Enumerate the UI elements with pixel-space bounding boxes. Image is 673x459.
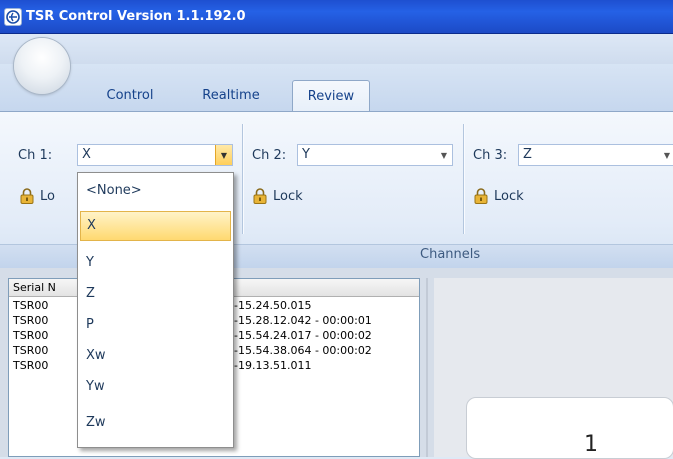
- chevron-down-icon[interactable]: ▼: [215, 145, 232, 165]
- group-label-channels: Channels: [420, 247, 481, 262]
- app-icon[interactable]: [4, 8, 22, 26]
- option-y[interactable]: Y: [80, 249, 231, 279]
- lock-icon: [253, 188, 267, 204]
- ch3-lock-label[interactable]: Lock: [494, 189, 524, 204]
- preview-card: [466, 397, 673, 459]
- lock-icon: [20, 188, 34, 204]
- preview-card-text: 1: [584, 432, 598, 457]
- row-serial: TSR00: [13, 299, 49, 312]
- option-z[interactable]: Z: [80, 280, 231, 310]
- row-time: 3-19.13.51.011: [227, 359, 312, 372]
- tab-realtime[interactable]: Realtime: [188, 80, 274, 112]
- window-title: TSR Control Version 1.1.192.0: [26, 9, 246, 24]
- row-serial: TSR00: [13, 329, 49, 342]
- column-header-label: Serial N: [13, 281, 56, 294]
- option-zw[interactable]: Zw: [80, 409, 231, 439]
- row-serial: TSR00: [13, 359, 49, 372]
- chevron-down-icon[interactable]: ▼: [436, 145, 452, 165]
- row-time: 3-15.28.12.042 - 00:00:01: [227, 314, 372, 327]
- option-xw[interactable]: Xw: [80, 342, 231, 372]
- quick-access-toolbar: [0, 34, 673, 64]
- ch2-value: Y: [302, 147, 310, 162]
- row-time: 3-15.54.38.064 - 00:00:02: [227, 344, 372, 357]
- option-yw[interactable]: Yw: [80, 373, 231, 403]
- tab-review[interactable]: Review: [292, 80, 370, 112]
- ch1-label: Ch 1:: [18, 148, 53, 163]
- lock-icon: [474, 188, 488, 204]
- option-x[interactable]: X: [80, 211, 231, 241]
- row-serial: TSR00: [13, 314, 49, 327]
- ch1-dropdown-list[interactable]: <None> X Y Z P Xw Yw Zw: [77, 172, 234, 448]
- title-bar: TSR Control Version 1.1.192.0: [0, 0, 673, 34]
- chevron-down-icon[interactable]: ▼: [659, 145, 673, 165]
- application-menu-button[interactable]: [14, 38, 70, 94]
- ch2-dropdown[interactable]: Y ▼: [297, 144, 453, 166]
- app-logo-icon: [6, 10, 20, 24]
- ch2-label: Ch 2:: [252, 148, 287, 163]
- row-serial: TSR00: [13, 344, 49, 357]
- ch3-dropdown[interactable]: Z ▼: [518, 144, 673, 166]
- pane-splitter[interactable]: [420, 278, 434, 457]
- row-time: 3-15.54.24.017 - 00:00:02: [227, 329, 372, 342]
- option-p[interactable]: P: [80, 311, 231, 341]
- row-time: 3-15.24.50.015: [227, 299, 312, 312]
- option-none[interactable]: <None>: [80, 177, 231, 207]
- ch1-value: X: [82, 147, 91, 162]
- ch3-value: Z: [523, 147, 532, 162]
- ribbon-separator: [242, 124, 243, 234]
- ch2-lock-label[interactable]: Lock: [273, 189, 303, 204]
- ch1-lock-label[interactable]: Lo: [40, 189, 55, 204]
- tab-control[interactable]: Control: [90, 80, 170, 112]
- ch1-dropdown[interactable]: X ▼: [77, 144, 233, 166]
- ribbon-separator: [463, 124, 464, 234]
- ch3-label: Ch 3:: [473, 148, 508, 163]
